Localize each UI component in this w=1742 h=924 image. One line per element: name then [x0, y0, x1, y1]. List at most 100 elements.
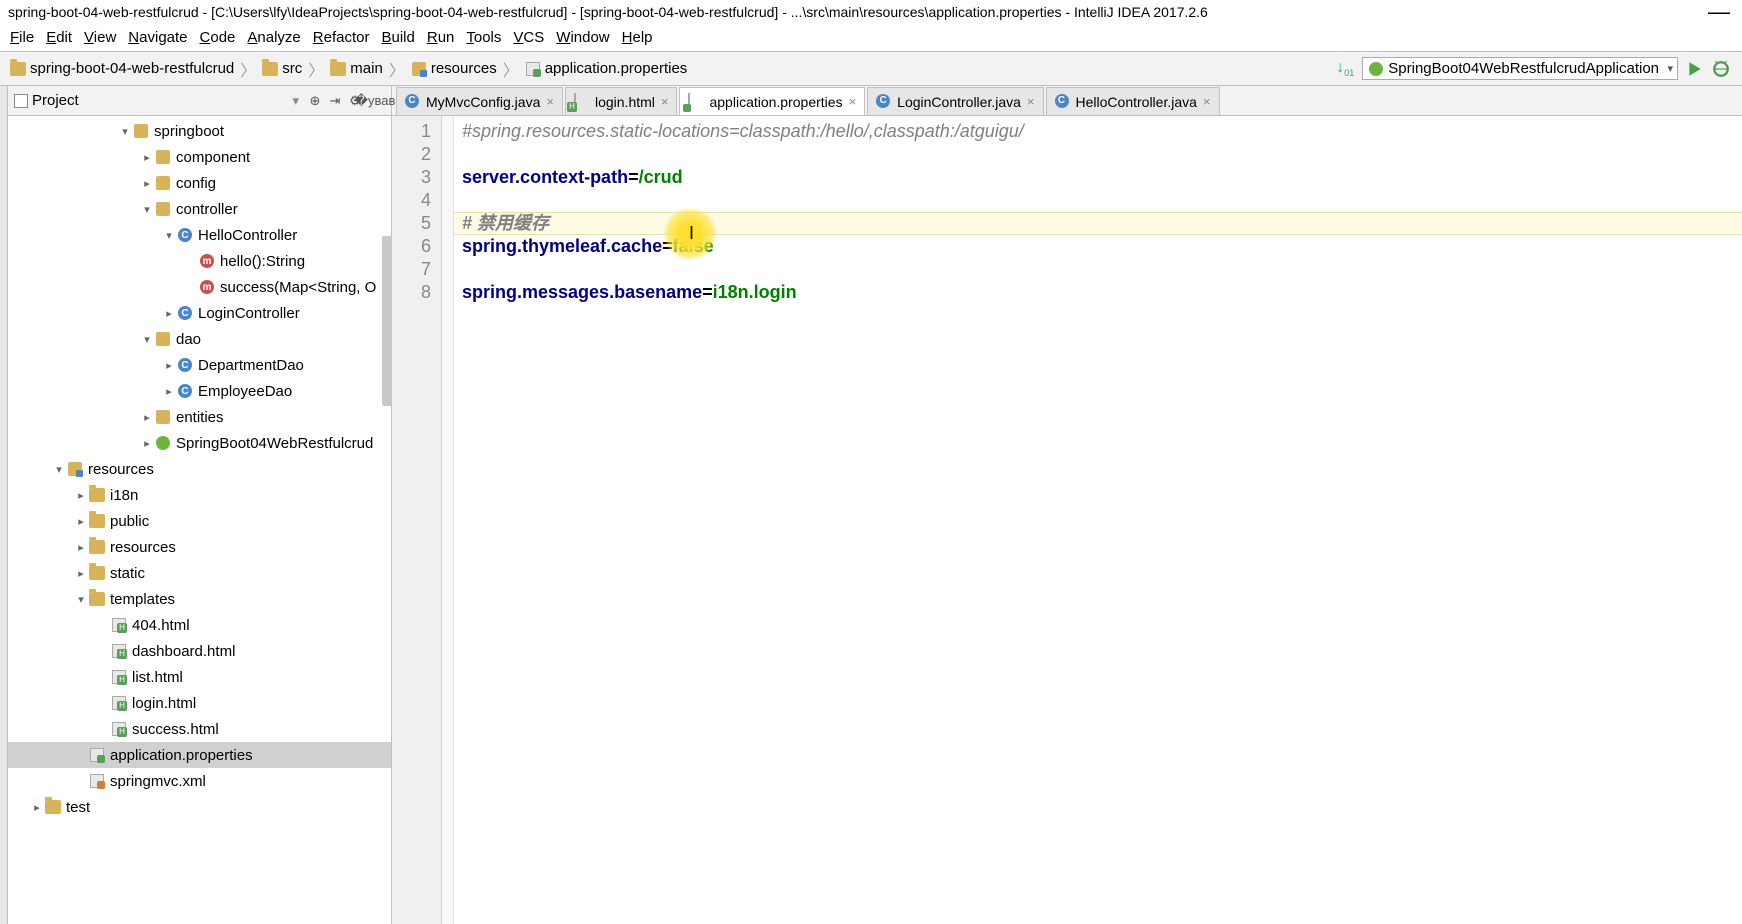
tab-login-html[interactable]: login.html×	[565, 87, 678, 115]
expand-down-icon[interactable]: ▾	[52, 463, 66, 476]
menu-analyze[interactable]: Analyze	[241, 26, 306, 49]
project-view-dropdown-icon[interactable]: ▾	[292, 93, 299, 109]
code-line-2[interactable]	[462, 143, 1742, 166]
breadcrumb-main[interactable]: main	[326, 58, 387, 79]
line-number[interactable]: 6	[392, 235, 431, 258]
tree-node-springboot04webrestfulcrud[interactable]: ▸SpringBoot04WebRestfulcrud	[8, 430, 391, 456]
menu-window[interactable]: Window	[550, 26, 615, 49]
tree-scrollbar[interactable]	[382, 236, 392, 406]
code-line-1[interactable]: #spring.resources.static-locations=class…	[462, 120, 1742, 143]
tree-node-departmentdao[interactable]: ▸CDepartmentDao	[8, 352, 391, 378]
tab-mymvcconfig-java[interactable]: CMyMvcConfig.java×	[396, 87, 563, 115]
expand-right-icon[interactable]: ▸	[74, 567, 88, 580]
make-project-icon[interactable]: ↓01	[1336, 59, 1354, 78]
close-tab-icon[interactable]: ×	[849, 94, 857, 109]
collapse-all-icon[interactable]: ⇥	[325, 91, 345, 111]
menu-tools[interactable]: Tools	[460, 26, 507, 49]
run-configuration-selector[interactable]: SpringBoot04WebRestfulcrudApplication	[1362, 57, 1678, 80]
line-number[interactable]: 7	[392, 258, 431, 281]
tree-node-employeedao[interactable]: ▸CEmployeeDao	[8, 378, 391, 404]
line-number[interactable]: 3	[392, 166, 431, 189]
breadcrumb-src[interactable]: src	[258, 58, 306, 79]
line-number[interactable]: 8	[392, 281, 431, 304]
tree-node-i18n[interactable]: ▸i18n	[8, 482, 391, 508]
tree-node-login-html[interactable]: ·login.html	[8, 690, 391, 716]
tree-node-hellocontroller[interactable]: ▾CHelloController	[8, 222, 391, 248]
hide-panel-icon[interactable]: �ував	[365, 91, 385, 111]
tree-node-application-properties[interactable]: ·application.properties	[8, 742, 391, 768]
expand-right-icon[interactable]: ▸	[162, 359, 176, 372]
code-editor[interactable]: I #spring.resources.static-locations=cla…	[454, 116, 1742, 924]
tree-node-test[interactable]: ▸test	[8, 794, 391, 820]
tab-logincontroller-java[interactable]: CLoginController.java×	[867, 87, 1043, 115]
expand-right-icon[interactable]: ▸	[30, 801, 44, 814]
tree-node-component[interactable]: ▸component	[8, 144, 391, 170]
close-tab-icon[interactable]: ×	[1027, 94, 1035, 109]
menu-view[interactable]: View	[78, 26, 122, 49]
menu-vcs[interactable]: VCS	[507, 26, 550, 49]
breadcrumb-application-properties[interactable]: application.properties	[521, 58, 692, 79]
line-number[interactable]: 4	[392, 189, 431, 212]
expand-right-icon[interactable]: ▸	[74, 515, 88, 528]
code-line-8[interactable]: spring.messages.basename=i18n.login	[462, 281, 1742, 304]
tree-node-templates[interactable]: ▾templates	[8, 586, 391, 612]
scroll-to-source-icon[interactable]: ⊕	[305, 91, 325, 111]
menu-edit[interactable]: Edit	[40, 26, 78, 49]
tree-node-entities[interactable]: ▸entities	[8, 404, 391, 430]
expand-right-icon[interactable]: ▸	[140, 151, 154, 164]
line-number-gutter[interactable]: 12345678	[392, 116, 442, 924]
expand-right-icon[interactable]: ▸	[74, 541, 88, 554]
expand-right-icon[interactable]: ▸	[140, 411, 154, 424]
breadcrumb-resources[interactable]: resources	[407, 58, 501, 79]
expand-right-icon[interactable]: ▸	[162, 307, 176, 320]
expand-right-icon[interactable]: ▸	[162, 385, 176, 398]
tree-node-list-html[interactable]: ·list.html	[8, 664, 391, 690]
expand-down-icon[interactable]: ▾	[140, 203, 154, 216]
line-number[interactable]: 1	[392, 120, 431, 143]
code-line-7[interactable]	[462, 258, 1742, 281]
close-tab-icon[interactable]: ×	[546, 94, 554, 109]
menu-code[interactable]: Code	[194, 26, 242, 49]
project-panel-title[interactable]: Project	[32, 92, 79, 109]
tree-node-resources[interactable]: ▾resources	[8, 456, 391, 482]
menu-navigate[interactable]: Navigate	[122, 26, 193, 49]
code-line-3[interactable]: server.context-path=/crud	[462, 166, 1742, 189]
line-number[interactable]: 5	[392, 212, 431, 235]
tab-hellocontroller-java[interactable]: CHelloController.java×	[1046, 87, 1220, 115]
tab-application-properties[interactable]: application.properties×	[679, 87, 865, 115]
run-button[interactable]	[1686, 60, 1704, 78]
project-view-icon[interactable]	[14, 94, 28, 108]
menu-help[interactable]: Help	[616, 26, 659, 49]
tree-node-dashboard-html[interactable]: ·dashboard.html	[8, 638, 391, 664]
minimize-icon[interactable]: —	[1708, 0, 1730, 25]
breadcrumb-spring-boot-04-web-restfulcrud[interactable]: spring-boot-04-web-restfulcrud	[6, 58, 238, 79]
line-number[interactable]: 2	[392, 143, 431, 166]
tree-node-springmvc-xml[interactable]: ·springmvc.xml	[8, 768, 391, 794]
menu-run[interactable]: Run	[421, 26, 461, 49]
left-tool-strip[interactable]	[0, 86, 8, 924]
expand-down-icon[interactable]: ▾	[162, 229, 176, 242]
code-line-6[interactable]: spring.thymeleaf.cache=false	[462, 235, 1742, 258]
debug-button[interactable]	[1712, 60, 1730, 78]
expand-right-icon[interactable]: ▸	[74, 489, 88, 502]
tree-node-config[interactable]: ▸config	[8, 170, 391, 196]
menu-build[interactable]: Build	[375, 26, 420, 49]
expand-down-icon[interactable]: ▾	[74, 593, 88, 606]
tree-node-controller[interactable]: ▾controller	[8, 196, 391, 222]
expand-down-icon[interactable]: ▾	[140, 333, 154, 346]
tree-node-success-html[interactable]: ·success.html	[8, 716, 391, 742]
close-tab-icon[interactable]: ×	[661, 94, 669, 109]
tree-node-hello-string[interactable]: ·mhello():String	[8, 248, 391, 274]
tree-node-resources[interactable]: ▸resources	[8, 534, 391, 560]
tree-node-static[interactable]: ▸static	[8, 560, 391, 586]
menu-refactor[interactable]: Refactor	[307, 26, 376, 49]
tree-node-public[interactable]: ▸public	[8, 508, 391, 534]
tree-node-springboot[interactable]: ▾springboot	[8, 118, 391, 144]
expand-right-icon[interactable]: ▸	[140, 177, 154, 190]
tree-node-404-html[interactable]: ·404.html	[8, 612, 391, 638]
expand-down-icon[interactable]: ▾	[118, 125, 132, 138]
breadcrumb[interactable]: spring-boot-04-web-restfulcrud〉src〉main〉…	[0, 57, 691, 81]
code-line-4[interactable]	[462, 189, 1742, 212]
tree-node-success-map-string-o[interactable]: ·msuccess(Map<String, O	[8, 274, 391, 300]
expand-right-icon[interactable]: ▸	[140, 437, 154, 450]
